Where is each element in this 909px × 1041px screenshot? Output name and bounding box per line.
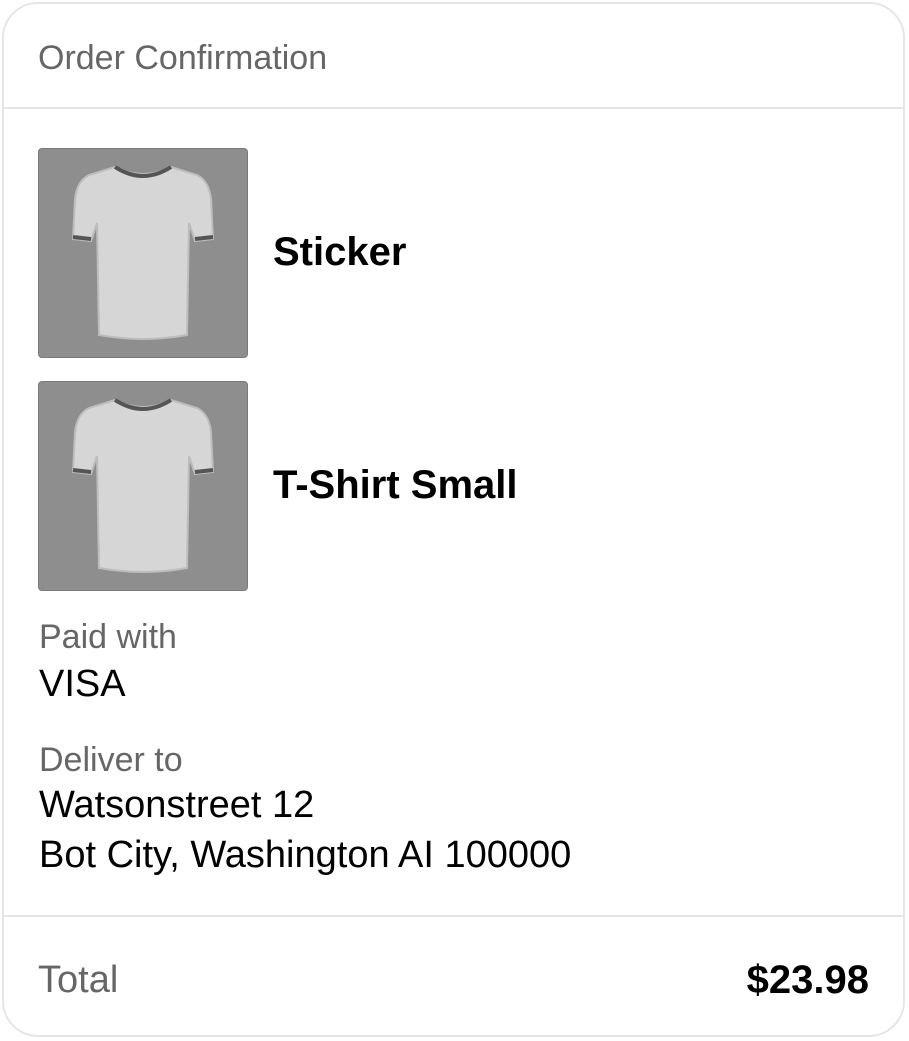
address-line-2: Bot City, Washington AI 100000 xyxy=(39,834,572,876)
total-amount: $23.98 xyxy=(746,958,869,1002)
order-confirmation-card: Order Confirmation Sticker T-Shirt Small… xyxy=(2,2,905,1037)
order-item: Sticker xyxy=(38,148,878,358)
delivery-label: Deliver to xyxy=(39,741,183,779)
card-header: Order Confirmation xyxy=(4,4,903,109)
payment-method: VISA xyxy=(39,663,126,705)
t-shirt-icon xyxy=(71,398,215,573)
card-footer: Total $23.98 xyxy=(4,915,903,1035)
item-thumbnail xyxy=(38,381,248,591)
page-title: Order Confirmation xyxy=(38,39,328,77)
item-thumbnail xyxy=(38,148,248,358)
item-name: T-Shirt Small xyxy=(273,463,518,507)
total-label: Total xyxy=(38,959,119,1001)
t-shirt-icon xyxy=(71,165,215,340)
item-name: Sticker xyxy=(273,230,407,274)
address-line-1: Watsonstreet 12 xyxy=(39,784,315,826)
order-item: T-Shirt Small xyxy=(38,381,878,591)
payment-label: Paid with xyxy=(39,618,177,656)
